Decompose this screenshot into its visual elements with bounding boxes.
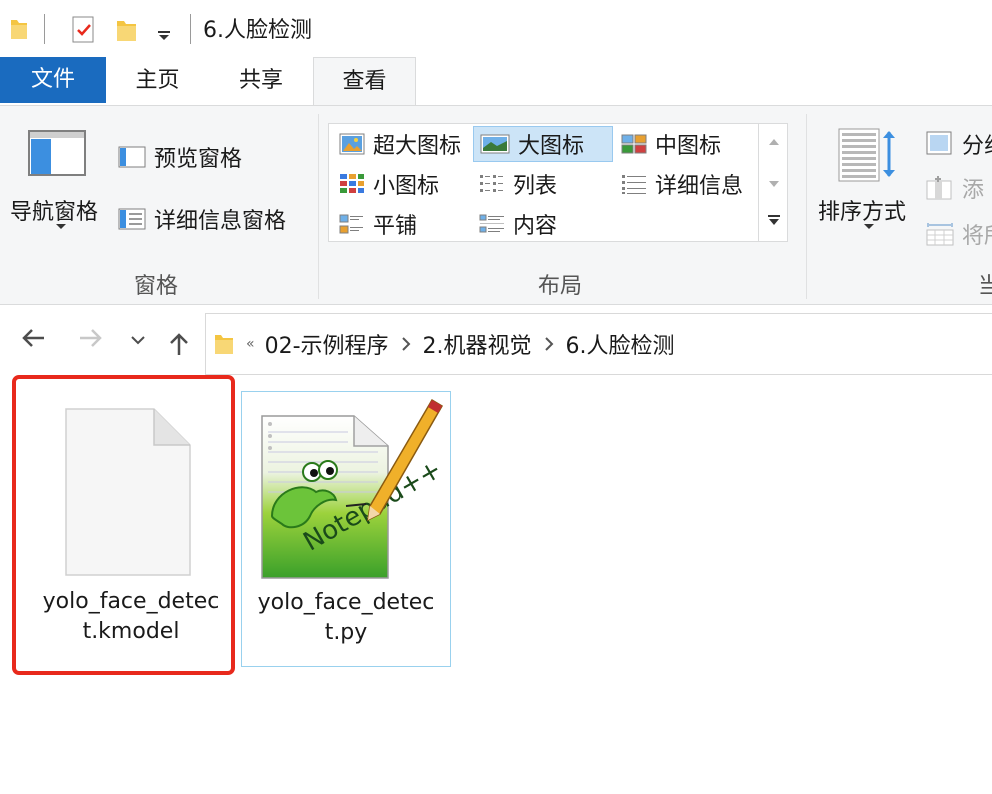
layout-medium-icons[interactable]: 中图标: [615, 126, 755, 162]
chevron-right-icon[interactable]: [544, 336, 554, 352]
content-icon: [479, 213, 505, 235]
file-item-kmodel[interactable]: yolo_face_detec yolo_face_detec t.kmodel: [26, 391, 236, 655]
details-pane-label: 详细信息窗格: [154, 209, 287, 234]
ribbon-panel: 导航窗格 预览窗格 详细信息窗格 窗格 超大图标 大图标 中图标 小图标 列表 …: [0, 105, 992, 305]
tab-home[interactable]: 主页: [106, 57, 209, 105]
group-separator: [806, 114, 807, 299]
preview-pane-icon: [118, 146, 146, 168]
details-icon: [621, 173, 647, 195]
add-columns-icon: [926, 175, 954, 201]
list-icon: [479, 173, 505, 195]
navigation-pane-icon: [28, 130, 86, 180]
scroll-down-icon[interactable]: [769, 181, 779, 187]
chevron-right-icon[interactable]: [401, 336, 411, 352]
folder-icon[interactable]: [10, 17, 28, 45]
current-view-group-label: 当: [978, 274, 992, 299]
group-separator: [318, 114, 319, 299]
window-title: 6.人脸检测: [203, 18, 312, 43]
layout-tiles-label: 平铺: [373, 214, 418, 239]
title-bar: 6.人脸检测: [0, 0, 992, 57]
layout-small-icons-label: 小图标: [373, 174, 440, 199]
scroll-up-icon[interactable]: [769, 139, 779, 145]
size-columns-icon: [926, 221, 954, 247]
layout-group-label: 布局: [537, 274, 582, 299]
file-name: yolo_face_detec t.py: [257, 590, 435, 645]
layout-small-icons[interactable]: 小图标: [333, 166, 473, 202]
chevron-down-icon: [56, 224, 66, 229]
tab-view[interactable]: 查看: [313, 57, 416, 106]
extra-large-icons-icon: [339, 133, 365, 155]
blank-file-icon: [64, 407, 192, 581]
layout-details[interactable]: 详细信息: [615, 166, 755, 202]
layout-large-icons-label: 大图标: [518, 134, 585, 159]
layout-content[interactable]: 内容: [473, 206, 613, 242]
add-columns-label: 添: [962, 178, 985, 203]
properties-icon[interactable]: [72, 16, 96, 48]
folder-icon: [214, 332, 234, 356]
details-pane-button[interactable]: 详细信息窗格: [118, 201, 286, 237]
address-bar[interactable]: « 02-示例程序 2.机器视觉 6.人脸检测: [205, 313, 992, 375]
customize-dropdown-icon[interactable]: [157, 26, 171, 45]
breadcrumb-item[interactable]: 6.人脸检测: [566, 328, 675, 360]
size-columns-button[interactable]: 将所: [926, 216, 992, 252]
layout-extra-large-icons-label: 超大图标: [373, 134, 462, 159]
medium-icons-icon: [621, 134, 647, 154]
layout-list[interactable]: 列表: [473, 166, 613, 202]
group-by-icon: [926, 131, 954, 157]
layout-large-icons[interactable]: 大图标: [473, 126, 613, 162]
recent-locations-chevron-icon[interactable]: [130, 335, 146, 345]
add-columns-button[interactable]: 添: [926, 170, 984, 206]
small-icons-icon: [339, 173, 365, 195]
back-arrow-icon[interactable]: [20, 327, 46, 349]
layout-details-label: 详细信息: [655, 174, 744, 199]
up-arrow-icon[interactable]: [168, 331, 190, 357]
file-list: yolo_face_detec yolo_face_detec t.kmodel: [0, 375, 992, 794]
forward-arrow-icon[interactable]: [78, 327, 104, 349]
layout-gallery-scroll: [758, 123, 788, 242]
layout-extra-large-icons[interactable]: 超大图标: [333, 126, 473, 162]
file-item-py[interactable]: Notepad++ yolo_face_detec t.py: [241, 391, 451, 667]
large-icons-icon: [480, 134, 510, 154]
layout-list-label: 列表: [513, 174, 558, 199]
layout-gallery: 超大图标 大图标 中图标 小图标 列表 详细信息 平铺 内容: [328, 123, 788, 242]
breadcrumb-overflow[interactable]: «: [246, 336, 255, 352]
new-folder-icon[interactable]: [116, 17, 138, 47]
details-pane-icon: [118, 208, 146, 230]
tiles-icon: [339, 213, 365, 235]
panes-group-label: 窗格: [133, 274, 178, 299]
group-by-button[interactable]: 分组: [926, 126, 992, 162]
file-name: yolo_face_detec yolo_face_detec t.kmodel: [42, 589, 220, 644]
toolbar-separator: [44, 14, 45, 44]
expand-gallery-icon[interactable]: [768, 215, 780, 227]
sort-by-icon: [838, 128, 898, 186]
breadcrumb: « 02-示例程序 2.机器视觉 6.人脸检测: [206, 314, 675, 374]
chevron-down-icon: [864, 224, 874, 229]
notepad-plus-plus-icon: Notepad++: [260, 396, 447, 586]
tab-file[interactable]: 文件: [0, 57, 106, 103]
navigation-pane-label: 导航窗格: [10, 200, 99, 225]
breadcrumb-item[interactable]: 02-示例程序: [265, 328, 389, 360]
toolbar-separator: [190, 14, 191, 44]
layout-content-label: 内容: [513, 214, 558, 239]
navigation-bar: « 02-示例程序 2.机器视觉 6.人脸检测: [0, 305, 992, 379]
layout-medium-icons-label: 中图标: [655, 134, 722, 159]
breadcrumb-item[interactable]: 2.机器视觉: [423, 328, 532, 360]
preview-pane-button[interactable]: 预览窗格: [118, 139, 242, 175]
layout-tiles[interactable]: 平铺: [333, 206, 473, 242]
group-by-label: 分组: [962, 134, 992, 159]
ribbon-tabs: 文件 主页 共享 查看: [0, 57, 992, 106]
preview-pane-label: 预览窗格: [154, 147, 243, 172]
size-columns-label: 将所: [962, 224, 992, 249]
sort-by-label: 排序方式: [818, 200, 907, 225]
tab-share[interactable]: 共享: [209, 57, 313, 105]
